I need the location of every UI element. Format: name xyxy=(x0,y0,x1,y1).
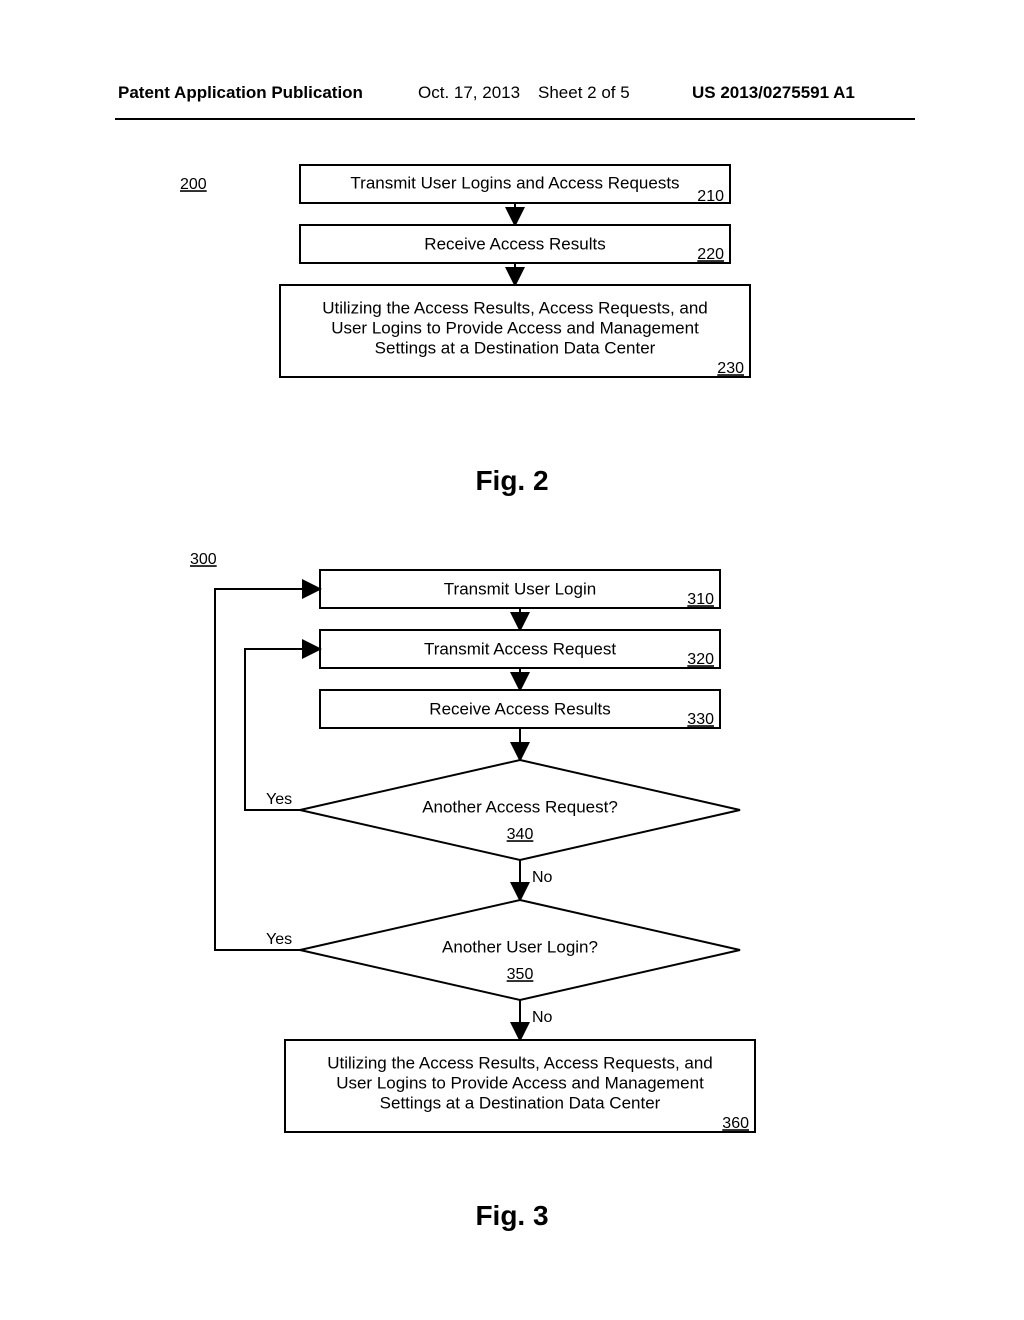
flow-box-360: Utilizing the Access Results, Access Req… xyxy=(285,1040,755,1132)
publication-label: Patent Application Publication xyxy=(118,83,363,103)
decision-350: Another User Login? 350 xyxy=(300,900,740,1000)
box-210-text: Transmit User Logins and Access Requests xyxy=(350,173,679,192)
figure-2-label: Fig. 2 xyxy=(0,465,1024,497)
box-360-l1: Utilizing the Access Results, Access Req… xyxy=(327,1053,713,1072)
figure-3-ref: 300 xyxy=(190,551,217,568)
box-220-text: Receive Access Results xyxy=(424,234,605,253)
box-320-num: 320 xyxy=(687,651,714,668)
decision-350-num: 350 xyxy=(507,966,534,983)
sheet-number: Sheet 2 of 5 xyxy=(538,83,630,103)
box-360-l2: User Logins to Provide Access and Manage… xyxy=(336,1073,704,1092)
application-number: US 2013/0275591 A1 xyxy=(692,83,855,103)
box-360-num: 360 xyxy=(722,1115,749,1132)
header-rule xyxy=(115,118,915,120)
box-330-text: Receive Access Results xyxy=(429,699,610,718)
page-header: Patent Application Publication Oct. 17, … xyxy=(0,83,1024,109)
arrow-350-yes xyxy=(215,589,320,950)
edge-340-yes-label: Yes xyxy=(266,791,292,808)
figure-3-svg: 300 Transmit User Login 310 Transmit Acc… xyxy=(0,530,1024,1210)
flow-box-230: Utilizing the Access Results, Access Req… xyxy=(280,285,750,377)
page: Patent Application Publication Oct. 17, … xyxy=(0,0,1024,1320)
figure-3-label: Fig. 3 xyxy=(0,1200,1024,1232)
edge-350-yes-label: Yes xyxy=(266,931,292,948)
box-230-l1: Utilizing the Access Results, Access Req… xyxy=(322,298,708,317)
decision-340-text: Another Access Request? xyxy=(422,797,618,816)
flow-box-310: Transmit User Login 310 xyxy=(320,570,720,608)
box-320-text: Transmit Access Request xyxy=(424,639,616,658)
box-310-text: Transmit User Login xyxy=(444,579,596,598)
decision-350-text: Another User Login? xyxy=(442,937,598,956)
flow-box-210: Transmit User Logins and Access Requests… xyxy=(300,165,730,205)
box-230-l2: User Logins to Provide Access and Manage… xyxy=(331,318,699,337)
box-360-l3: Settings at a Destination Data Center xyxy=(380,1093,661,1112)
figure-2-ref: 200 xyxy=(180,176,207,193)
figure-2-svg: 200 Transmit User Logins and Access Requ… xyxy=(0,155,1024,465)
flow-box-220: Receive Access Results 220 xyxy=(300,225,730,263)
decision-340: Another Access Request? 340 xyxy=(300,760,740,860)
edge-340-no-label: No xyxy=(532,869,553,886)
box-220-num: 220 xyxy=(697,246,724,263)
box-330-num: 330 xyxy=(687,711,714,728)
decision-340-num: 340 xyxy=(507,826,534,843)
publication-date: Oct. 17, 2013 xyxy=(418,83,520,103)
box-210-num: 210 xyxy=(697,188,724,205)
edge-350-no-label: No xyxy=(532,1009,553,1026)
box-230-l3: Settings at a Destination Data Center xyxy=(375,338,656,357)
arrow-340-yes xyxy=(245,649,320,810)
box-310-num: 310 xyxy=(687,591,714,608)
box-230-num: 230 xyxy=(717,360,744,377)
flow-box-320: Transmit Access Request 320 xyxy=(320,630,720,668)
flow-box-330: Receive Access Results 330 xyxy=(320,690,720,728)
